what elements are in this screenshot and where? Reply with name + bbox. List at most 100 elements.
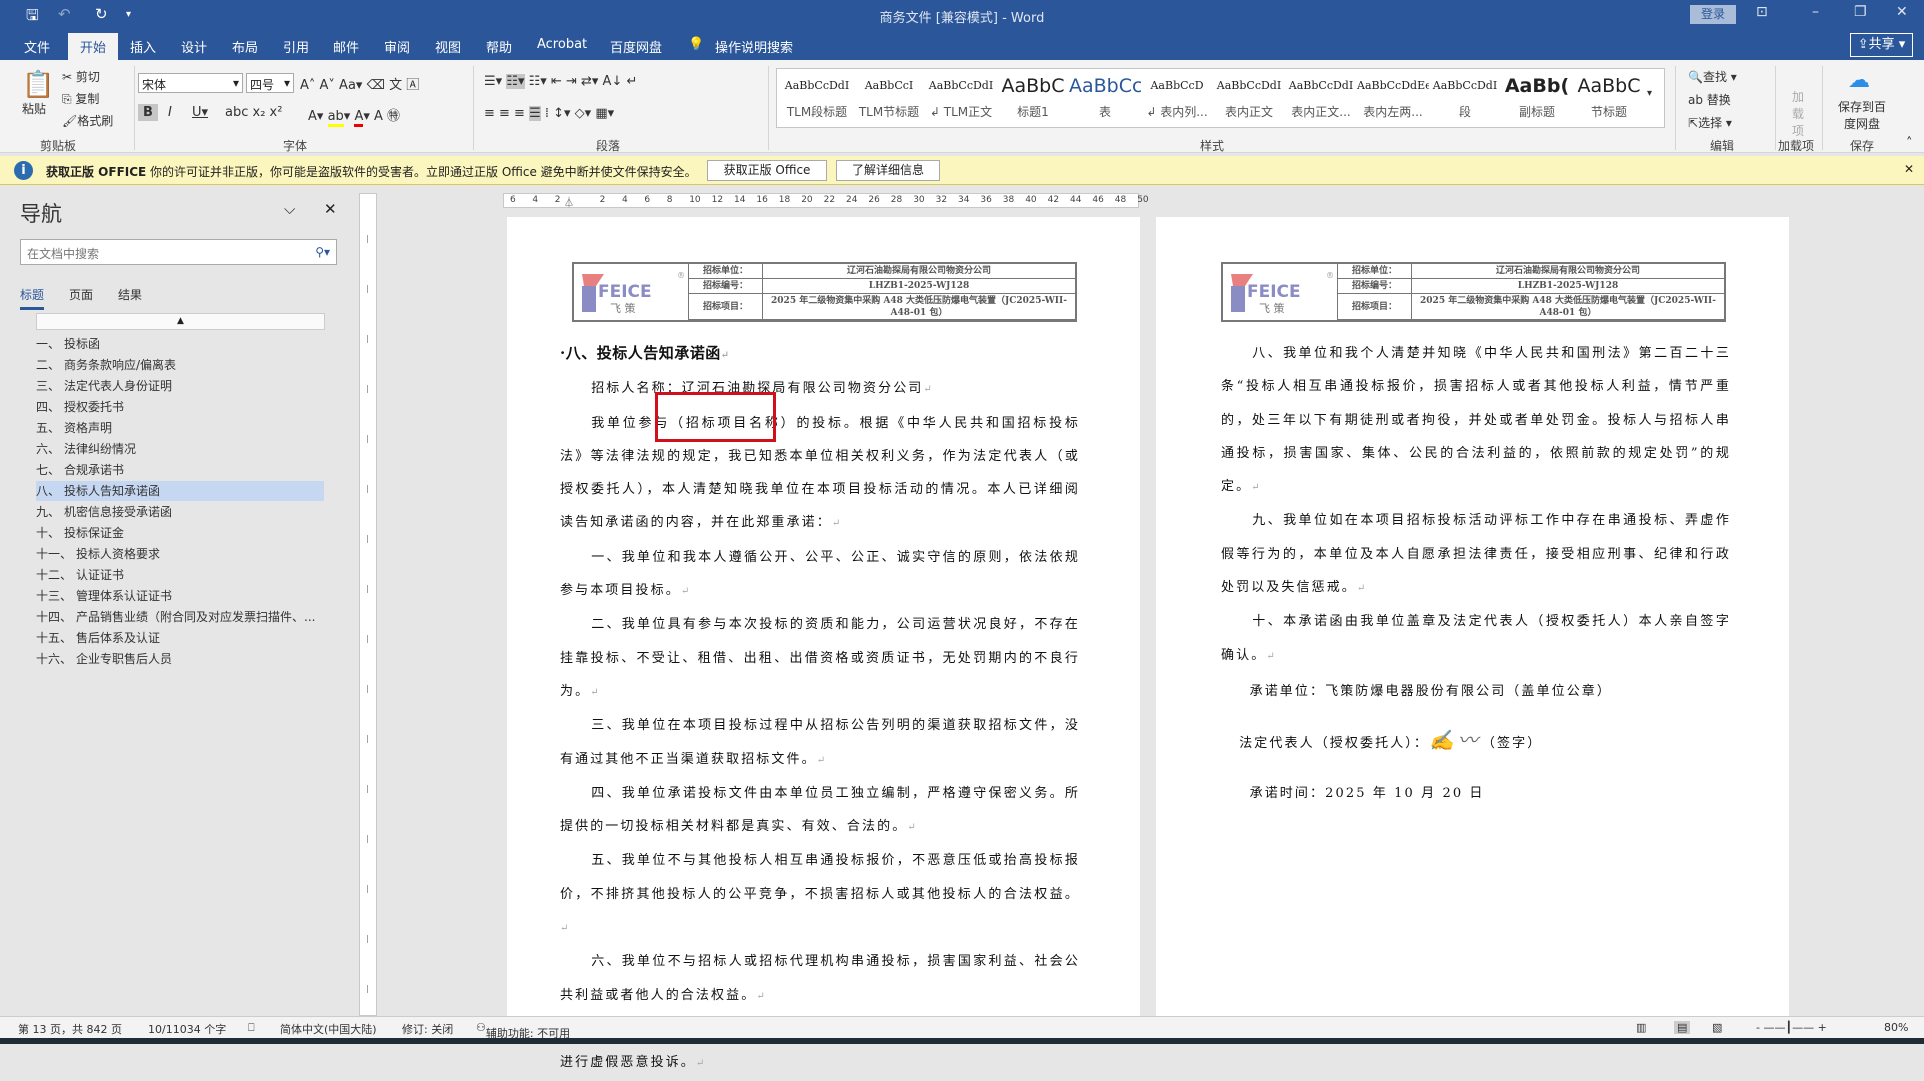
nav-heading-item[interactable]: 十、 投标保证金 bbox=[36, 523, 324, 543]
learn-more-button[interactable]: 了解详细信息 bbox=[836, 160, 940, 181]
style-item[interactable]: AaBbCcD ↲ 表内列... bbox=[1141, 73, 1213, 120]
grow-font-icon[interactable]: A˄ A˅ Aa▾ ⌫ 文 🄰 bbox=[300, 74, 419, 93]
tab-review[interactable]: 审阅 bbox=[384, 37, 410, 56]
text-effects-icon[interactable]: A▾ ab▾ A▾ A ㊕ bbox=[308, 105, 400, 127]
nav-heading-item[interactable]: 七、 合规承诺书 bbox=[36, 460, 324, 480]
tab-help[interactable]: 帮助 bbox=[486, 37, 512, 56]
align-left-icon[interactable]: ≡ ≡ ≡ ☰ ⁞ ↕▾ ◇▾ ▦▾ bbox=[484, 106, 614, 121]
indent-marker[interactable]: ⏃ bbox=[564, 194, 574, 209]
nav-tab-pages[interactable]: 页面 bbox=[69, 286, 93, 303]
tab-file[interactable]: 文件 bbox=[24, 37, 50, 56]
share-button[interactable]: ⇪共享 ▾ bbox=[1850, 33, 1913, 57]
tab-acrobat[interactable]: Acrobat bbox=[537, 37, 587, 52]
scroll-up-button[interactable]: ▲ bbox=[36, 313, 325, 330]
style-item[interactable]: AaBbCcI TLM节标题 bbox=[853, 73, 925, 120]
replace-button[interactable]: ab 替换 bbox=[1688, 91, 1731, 108]
style-item[interactable]: AaBbCcDdI 表内正文... bbox=[1285, 73, 1357, 120]
nav-heading-item[interactable]: ▷ 十五、售后体系及认证 bbox=[36, 628, 324, 648]
font-name-select[interactable]: 宋体 ▾ bbox=[138, 73, 243, 93]
style-item[interactable]: AaBbC 标题1 bbox=[997, 73, 1069, 120]
vruler-tick: | bbox=[366, 784, 369, 793]
word-count[interactable]: 10/11034 个字 bbox=[148, 1021, 226, 1037]
nav-search-input[interactable]: 在文档中搜索 ⚲▾ bbox=[20, 239, 337, 265]
style-item[interactable]: AaBbCcDdI TLM段标题 bbox=[781, 73, 853, 120]
document-page-1[interactable]: FEICE 飞 策 ® 招标单位： 辽河石油勘探局有限公司物资分公司 招标编号： LHZB1… bbox=[507, 217, 1140, 1070]
underline-icon[interactable]: U▾ bbox=[192, 105, 208, 120]
tab-layout[interactable]: 布局 bbox=[232, 37, 258, 56]
bullets-icon[interactable]: ☰▾ ☷▾ ☷▾ ⇤ ⇥ ⇄▾ A↓ ↵ bbox=[484, 74, 637, 89]
minimize-icon[interactable]: – bbox=[1812, 4, 1819, 20]
ribbon-display-icon[interactable]: ⊡ bbox=[1756, 4, 1768, 20]
nav-heading-item[interactable]: ▷ 十四、产品销售业绩（附合同及对应发票扫描件、... bbox=[36, 607, 324, 627]
proofing-icon[interactable]: ⎕ bbox=[248, 1021, 255, 1035]
zoom-slider[interactable]: - ——┃—— + bbox=[1756, 1021, 1827, 1034]
cut-button[interactable]: ✂ 剪切 bbox=[62, 68, 100, 85]
tab-references[interactable]: 引用 bbox=[283, 37, 309, 56]
nav-heading-item[interactable]: 三、 法定代表人身份证明 bbox=[36, 376, 324, 396]
nav-heading-item[interactable]: 一、 投标函 bbox=[36, 334, 324, 354]
style-item[interactable]: AaBb(副标题 bbox=[1501, 73, 1573, 120]
style-item[interactable]: AaBbCcDdI 表内正文 bbox=[1213, 73, 1285, 120]
nav-heading-item[interactable]: ▷ 十二、认证证书 bbox=[36, 565, 324, 585]
nav-heading-item[interactable]: 四、 授权委托书 bbox=[36, 397, 324, 417]
language[interactable]: 简体中文(中国大陆) bbox=[280, 1021, 377, 1037]
document-page-2[interactable]: FEICE 飞 策 ® 招标单位： 辽河石油勘探局有限公司物资分公司 招标编号： LHZB1… bbox=[1156, 217, 1789, 1017]
nav-tab-headings[interactable]: 标题 bbox=[20, 286, 45, 310]
login-button[interactable]: 登录 bbox=[1690, 5, 1736, 24]
nav-heading-item[interactable]: 八、 投标人告知承诺函 bbox=[36, 481, 324, 501]
tab-design[interactable]: 设计 bbox=[181, 37, 207, 56]
print-layout-icon[interactable]: ▤ bbox=[1674, 1021, 1691, 1034]
save-to-baidu-button[interactable]: 保存到百度网盘 bbox=[1834, 98, 1890, 132]
svg-text:FEICE: FEICE bbox=[598, 282, 652, 302]
nav-heading-item[interactable]: 二、 商务条款响应/偏离表 bbox=[36, 355, 324, 375]
nav-options-icon[interactable]: ⌵ bbox=[284, 200, 295, 218]
style-item[interactable]: AaBbC 节标题 bbox=[1573, 73, 1645, 120]
tab-baidu[interactable]: 百度网盘 bbox=[610, 37, 662, 56]
style-item[interactable]: AaBbCcDdI 段 bbox=[1429, 73, 1501, 120]
strikethrough-icon[interactable]: abc x₂ x² bbox=[225, 105, 282, 120]
tab-mailings[interactable]: 邮件 bbox=[333, 37, 359, 56]
tab-view[interactable]: 视图 bbox=[435, 37, 461, 56]
nav-heading-item[interactable]: 五、 资格声明 bbox=[36, 418, 324, 438]
paste-button[interactable]: 粘贴 bbox=[22, 100, 46, 117]
web-layout-icon[interactable]: ▧ bbox=[1712, 1021, 1722, 1034]
nav-heading-item[interactable]: ▷ 十一、投标人资格要求 bbox=[36, 544, 324, 564]
read-mode-icon[interactable]: ▥ bbox=[1636, 1021, 1646, 1034]
nav-close-icon[interactable]: ✕ bbox=[324, 200, 337, 218]
format-painter-button[interactable]: 🖌格式刷 bbox=[62, 112, 113, 129]
bold-icon[interactable]: B bbox=[138, 104, 158, 121]
restore-icon[interactable]: ❐ bbox=[1854, 4, 1867, 20]
italic-icon[interactable]: I bbox=[168, 105, 172, 120]
collapse-ribbon-icon[interactable]: ˄ bbox=[1906, 136, 1913, 151]
style-item[interactable]: AaBbCc 表 bbox=[1069, 73, 1141, 120]
tell-me-search[interactable]: 操作说明搜索 bbox=[715, 37, 793, 56]
close-warning-icon[interactable]: ✕ bbox=[1904, 162, 1914, 176]
section-heading: ·八、投标人告知承诺函↵ bbox=[560, 344, 730, 362]
addins-button[interactable]: 加载项 bbox=[1787, 88, 1809, 139]
track-changes[interactable]: 修订: 关闭 bbox=[402, 1021, 453, 1037]
gallery-more-icon[interactable]: ▾ bbox=[1647, 88, 1652, 99]
tab-insert[interactable]: 插入 bbox=[130, 37, 156, 56]
font-size-select[interactable]: 四号 ▾ bbox=[246, 73, 294, 93]
select-button[interactable]: ⇱选择 ▾ bbox=[1688, 114, 1732, 131]
nav-heading-item[interactable]: ▷ 十六、企业专职售后人员 bbox=[36, 649, 324, 669]
nav-heading-item[interactable]: 九、 机密信息接受承诺函 bbox=[36, 502, 324, 522]
copy-button[interactable]: ⎘ 复制 bbox=[62, 90, 99, 107]
nav-tab-results[interactable]: 结果 bbox=[118, 286, 142, 303]
page-count[interactable]: 第 13 页，共 842 页 bbox=[18, 1021, 122, 1037]
paste-icon[interactable]: 📋 bbox=[22, 70, 54, 100]
close-icon[interactable]: ✕ bbox=[1896, 4, 1908, 20]
tab-home[interactable]: 开始 bbox=[68, 33, 119, 60]
style-item[interactable]: AaBbCcDdI ↲ TLM正文 bbox=[925, 73, 997, 120]
nav-heading-item[interactable]: 六、 法律纠纷情况 bbox=[36, 439, 324, 459]
header-label: 招标编号： bbox=[689, 279, 763, 294]
get-genuine-button[interactable]: 获取正版 Office bbox=[707, 160, 827, 181]
find-button[interactable]: 🔍查找 ▾ bbox=[1688, 68, 1737, 85]
vertical-scrollbar[interactable] bbox=[1898, 190, 1915, 1016]
nav-heading-item[interactable]: ▷ 十三、管理体系认证证书 bbox=[36, 586, 324, 606]
page2-body[interactable]: 八、我单位和我个人清楚并知晓《中华人民共和国刑法》第二百二十三条“投标人相互串通… bbox=[1221, 337, 1731, 810]
style-item[interactable]: AaBbCcDdEe 表内左两... bbox=[1357, 73, 1429, 120]
accessibility-status[interactable]: ⚇ 辅助功能: 不可用 bbox=[476, 1021, 570, 1040]
zoom-level[interactable]: 80% bbox=[1884, 1021, 1908, 1034]
page1-body[interactable]: ·八、投标人告知承诺函↵ 招标人名称：辽河石油勘探局有限公司物资分公司↵ 我单位参… bbox=[560, 337, 1080, 1081]
